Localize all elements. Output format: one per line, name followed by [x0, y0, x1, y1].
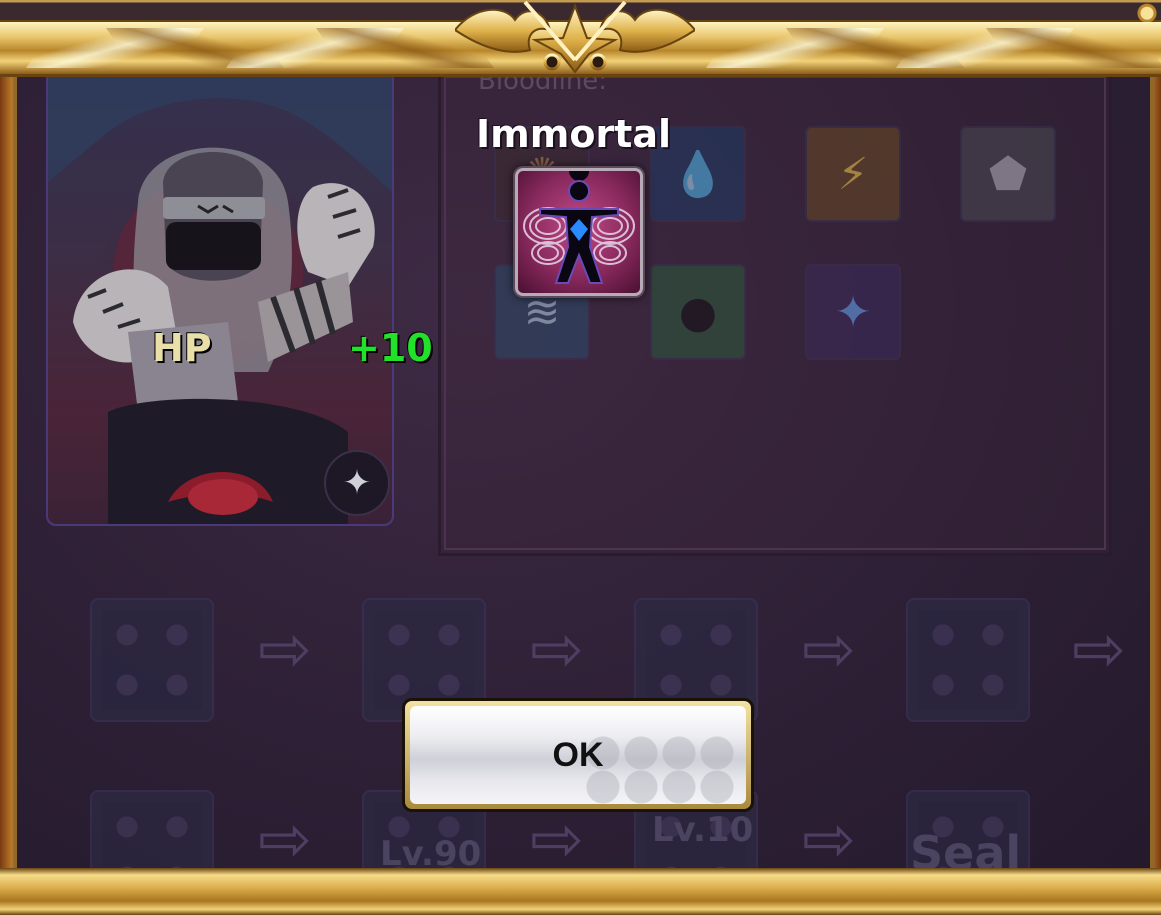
progress-slot-4[interactable] — [906, 598, 1030, 722]
immortal-body-icon[interactable]: ✦ — [805, 264, 901, 360]
ok-button-face[interactable]: OK — [410, 706, 746, 804]
crest-emblem-icon — [455, 0, 695, 74]
shuriken-icon: ✦ — [324, 450, 390, 516]
immortal-skill-icon — [515, 168, 643, 296]
arrow-right-icon: ⇨ — [802, 613, 856, 687]
stat-label-hp: HP — [152, 326, 212, 370]
lightning-icon[interactable]: ⚡ — [805, 126, 901, 222]
earth-rock-icon[interactable]: ⬟ — [960, 126, 1056, 222]
hex-pattern — [584, 736, 734, 804]
skill-name: Immortal — [476, 112, 672, 156]
frame-bottom-bar — [0, 868, 1161, 915]
ok-button-label: OK — [552, 735, 604, 774]
progress-slot-1[interactable] — [90, 598, 214, 722]
arrow-right-icon: ⇨ — [258, 613, 312, 687]
body-aura-icon[interactable]: ● — [650, 264, 746, 360]
arrow-right-icon: ⇨ — [530, 803, 584, 877]
arrow-right-icon: ⇨ — [802, 803, 856, 877]
arrow-right-icon: ⇨ — [530, 613, 584, 687]
arrow-right-icon: ⇨ — [1072, 613, 1126, 687]
level-label: Lv.10 — [652, 810, 754, 850]
immortal-body-glyph — [523, 171, 635, 284]
ok-button[interactable]: OK — [402, 698, 754, 812]
arrow-right-icon: ⇨ — [258, 803, 312, 877]
character-portrait: ✦ — [46, 70, 394, 526]
frame-corner — [1129, 0, 1159, 22]
stat-value: +10 — [348, 326, 433, 370]
